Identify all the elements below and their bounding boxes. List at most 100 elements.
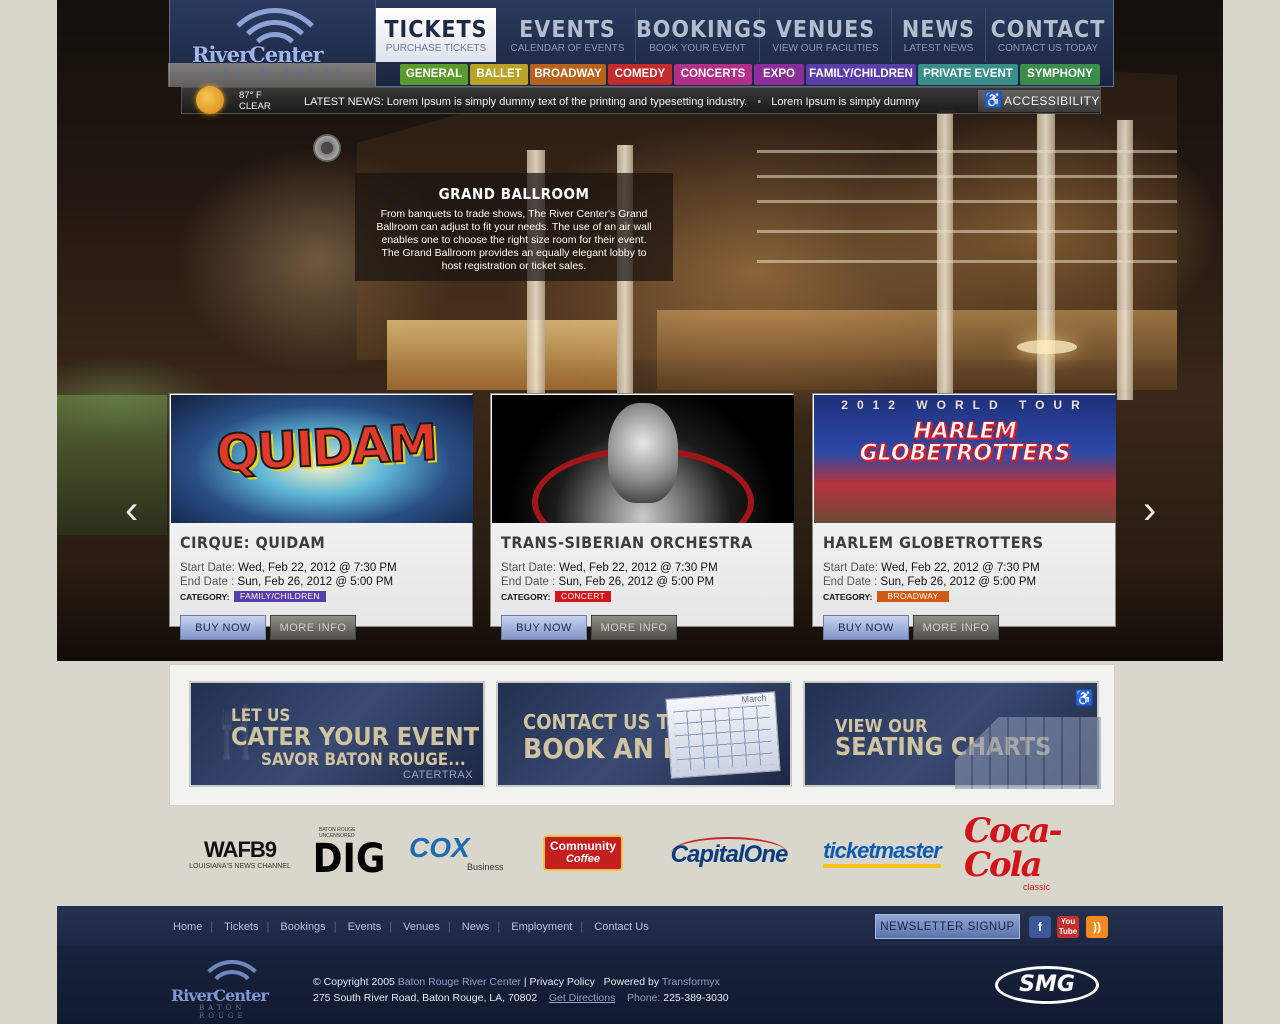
event-category-badge[interactable]: BROADWAY: [877, 591, 949, 602]
footer-link-contact[interactable]: Contact Us: [594, 921, 648, 933]
news-ticker: 87° F CLEAR LATEST NEWS: Lorem Ipsum is …: [181, 86, 1101, 114]
event-art-text: QUIDAM: [214, 412, 438, 483]
category-general[interactable]: GENERAL: [400, 64, 468, 85]
event-category-badge[interactable]: FAMILY/CHILDREN: [234, 591, 326, 602]
logo-city: BATON ROUGE: [210, 70, 349, 80]
ticker-label: LATEST NEWS:: [304, 96, 384, 108]
category-expo[interactable]: EXPO: [754, 64, 804, 85]
nav-contact[interactable]: CONTACT CONTACT US TODAY: [986, 8, 1110, 62]
sun-icon: [196, 86, 224, 114]
footer-nav: Home | Tickets | Bookings | Events | Venues |…: [173, 921, 649, 933]
event-start-date: Wed, Feb 22, 2012 @ 7:30 PM: [881, 562, 1040, 574]
event-image[interactable]: 2012 WORLD TOUR HARLEM GLOBETROTTERS: [814, 395, 1116, 523]
get-directions-link[interactable]: Get Directions: [549, 992, 616, 1004]
category-symphony[interactable]: SYMPHONY: [1020, 64, 1100, 85]
feature-caption: GRAND BALLROOM From banquets to trade sh…: [355, 173, 673, 281]
footer-link-employment[interactable]: Employment: [511, 921, 572, 933]
footer-link-events[interactable]: Events: [348, 921, 382, 933]
event-card: QUIDAM CIRQUE: QUIDAM Start Date: Wed, F…: [169, 393, 473, 640]
weather-widget: 87° F CLEAR: [239, 90, 271, 112]
more-info-button[interactable]: MORE INFO: [270, 615, 356, 640]
nav-tickets[interactable]: TICKETS PURCHASE TICKETS: [376, 8, 496, 62]
wheelchair-icon: ♿: [1075, 690, 1094, 707]
more-info-button[interactable]: MORE INFO: [913, 615, 999, 640]
event-start-date: Wed, Feb 22, 2012 @ 7:30 PM: [238, 562, 397, 574]
site-logo[interactable]: RiverCenter BATON ROUGE: [168, 0, 376, 87]
ticker-item[interactable]: Lorem Ipsum is simply dummy: [771, 96, 920, 108]
org-link[interactable]: Baton Rouge River Center: [398, 976, 521, 988]
footer-copyright: © Copyright 2005 Baton Rouge River Cente…: [313, 976, 729, 1004]
smg-logo[interactable]: SMG: [995, 966, 1099, 1004]
carousel-prev-arrow-icon[interactable]: ‹: [125, 490, 138, 530]
event-title[interactable]: HARLEM GLOBETROTTERS: [823, 533, 1044, 552]
newsletter-signup-button[interactable]: NEWSLETTER SIGNUP: [875, 914, 1020, 939]
event-image[interactable]: [492, 395, 794, 523]
weather-temp: 87° F: [239, 90, 262, 101]
page: RiverCenter BATON ROUGE TICKETS PURCHASE…: [57, 0, 1223, 1024]
event-title[interactable]: TRANS-SIBERIAN ORCHESTRA: [501, 533, 753, 552]
ticker-text: LATEST NEWS: Lorem Ipsum is simply dummy…: [304, 96, 920, 108]
feature-title: GRAND BALLROOM: [438, 185, 590, 203]
privacy-policy-link[interactable]: Privacy Policy: [530, 976, 595, 988]
event-card: 2012 WORLD TOUR HARLEM GLOBETROTTERS HAR…: [812, 393, 1116, 640]
facebook-icon[interactable]: f: [1029, 916, 1051, 938]
event-art-text: HARLEM GLOBETROTTERS: [859, 419, 1071, 466]
sponsor-capital-one[interactable]: CapitalOne: [659, 818, 799, 888]
footer-phone: 225-389-3030: [663, 992, 729, 1004]
nav-bookings[interactable]: BOOKINGS BOOK YOUR EVENT: [636, 8, 767, 62]
buy-now-button[interactable]: BUY NOW: [501, 615, 587, 640]
category-broadway[interactable]: BROADWAY: [530, 64, 606, 85]
footer-link-tickets[interactable]: Tickets: [224, 921, 258, 933]
buy-now-button[interactable]: BUY NOW: [823, 615, 909, 640]
sponsor-cox[interactable]: COX Business: [409, 818, 519, 888]
nav-venues[interactable]: VENUES VIEW OUR FACILITIES: [760, 8, 892, 62]
site-header: RiverCenter BATON ROUGE TICKETS PURCHASE…: [168, 0, 1114, 87]
category-private-event[interactable]: PRIVATE EVENT: [918, 64, 1018, 85]
footer-address: 275 South River Road, Baton Rouge, LA, 7…: [313, 992, 538, 1004]
accessibility-button[interactable]: ♿ ACCESSIBILITY: [978, 90, 1100, 112]
category-concerts[interactable]: CONCERTS: [674, 64, 752, 85]
sponsor-wafb[interactable]: WAFB9 LOUISIANA'S NEWS CHANNEL: [175, 818, 305, 888]
promo-cater-event[interactable]: 🍴 LET US CATER YOUR EVENT SAVOR BATON RO…: [189, 681, 485, 787]
event-end-date: Sun, Feb 26, 2012 @ 5:00 PM: [558, 576, 715, 588]
event-image[interactable]: QUIDAM: [171, 395, 473, 523]
youtube-icon[interactable]: You Tube: [1057, 916, 1079, 938]
sponsor-ticketmaster[interactable]: ticketmaster: [817, 818, 947, 888]
footer-link-bookings[interactable]: Bookings: [280, 921, 325, 933]
hotspot-marker-icon[interactable]: [313, 134, 341, 162]
sponsor-strip: WAFB9 LOUISIANA'S NEWS CHANNEL BATON ROU…: [169, 814, 1115, 892]
sponsor-coca-cola[interactable]: Coca-Cola classic: [964, 814, 1109, 892]
category-family-children[interactable]: FAMILY/CHILDREN: [806, 64, 916, 85]
site-footer: Home | Tickets | Bookings | Events | Venues |…: [57, 906, 1223, 1024]
nav-events[interactable]: EVENTS CALENDAR OF EVENTS: [500, 8, 636, 62]
sponsor-dig[interactable]: BATON ROUGE UNCENSORED DIG: [313, 818, 386, 888]
buy-now-button[interactable]: BUY NOW: [180, 615, 266, 640]
footer-link-news[interactable]: News: [462, 921, 490, 933]
seating-chart-icon: [955, 717, 1101, 789]
rss-icon[interactable]: )): [1086, 916, 1108, 938]
event-end-date: Sun, Feb 26, 2012 @ 5:00 PM: [880, 576, 1037, 588]
calendar-icon: March: [665, 691, 781, 779]
weather-condition: CLEAR: [239, 101, 271, 112]
event-title[interactable]: CIRQUE: QUIDAM: [180, 533, 325, 552]
footer-link-home[interactable]: Home: [173, 921, 202, 933]
ticker-item[interactable]: Lorem Ipsum is simply dummy text of the …: [387, 96, 748, 108]
feature-text: From banquets to trade shows, The River …: [376, 208, 652, 272]
carousel-next-arrow-icon[interactable]: ›: [1143, 490, 1156, 530]
promo-section: 🍴 LET US CATER YOUR EVENT SAVOR BATON RO…: [169, 664, 1115, 806]
category-comedy[interactable]: COMEDY: [608, 64, 672, 85]
event-category-badge[interactable]: CONCERT: [555, 591, 611, 602]
sponsor-community-coffee[interactable]: Community Coffee: [543, 818, 623, 888]
footer-link-venues[interactable]: Venues: [403, 921, 440, 933]
category-ballet[interactable]: BALLET: [470, 64, 528, 85]
event-card: TRANS-SIBERIAN ORCHESTRA Start Date: Wed…: [490, 393, 794, 640]
wheelchair-icon: ♿: [984, 92, 1004, 109]
footer-bar: Home | Tickets | Bookings | Events | Venues |…: [57, 906, 1223, 946]
nav-news[interactable]: NEWS LATEST NEWS: [892, 8, 986, 62]
powered-by-link[interactable]: Transformyx: [662, 976, 720, 988]
event-end-date: Sun, Feb 26, 2012 @ 5:00 PM: [237, 576, 394, 588]
promo-book-event[interactable]: CONTACT US TO BOOK AN EVENT March: [496, 681, 792, 787]
more-info-button[interactable]: MORE INFO: [591, 615, 677, 640]
footer-logo[interactable]: RiverCenter BATON ROUGE: [169, 958, 297, 1020]
promo-seating-charts[interactable]: ♿ VIEW OUR SEATING CHARTS: [803, 681, 1101, 789]
